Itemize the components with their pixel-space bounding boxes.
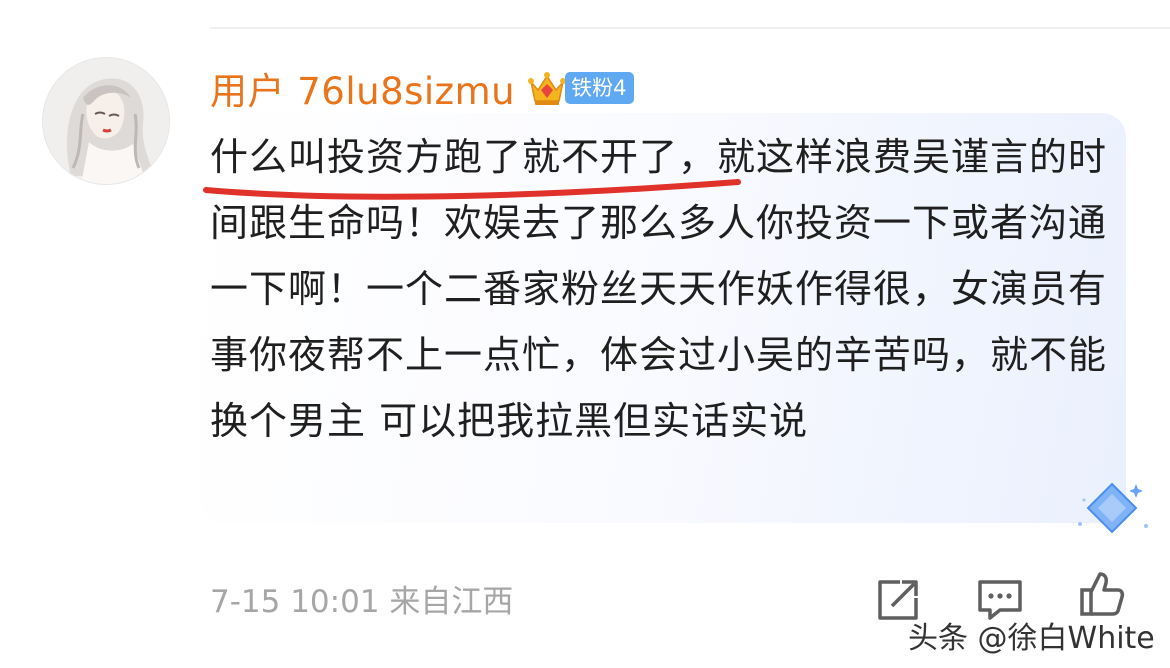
highlight-underline [203, 179, 741, 200]
avatar[interactable] [42, 57, 170, 185]
crown-icon [528, 72, 567, 105]
comment-text: 什么叫投资方跑了就不开了，就这样浪费吴谨言的时间跟生命吗！欢娱去了那么多人你投资… [210, 135, 1108, 443]
top-divider [210, 27, 1170, 29]
fan-level-badge[interactable]: 铁粉4 [565, 72, 635, 104]
avatar-illustration [43, 58, 169, 184]
watermark: 头条 @徐白White [908, 621, 1155, 656]
timestamp-location: 7-15 10:01 来自江西 [210, 584, 514, 620]
thumbs-up-icon[interactable] [1078, 570, 1126, 618]
sparkle-diamond-icon[interactable] [1072, 478, 1152, 540]
username-row: 用户 76lu8sizmu 铁粉4 [210, 61, 635, 115]
username[interactable]: 用户 76lu8sizmu [210, 61, 515, 115]
